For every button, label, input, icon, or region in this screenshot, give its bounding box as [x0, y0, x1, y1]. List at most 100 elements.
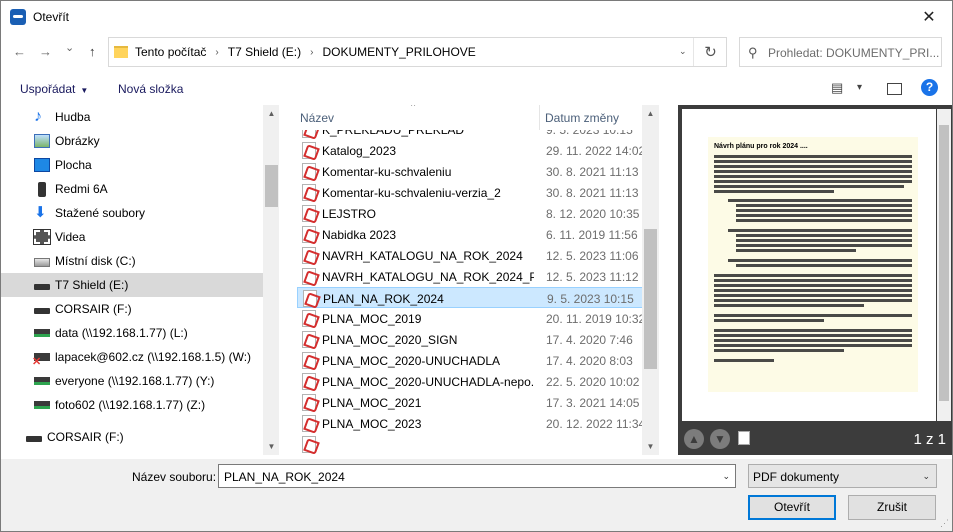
resize-grip-icon[interactable]: ⋰	[940, 518, 949, 529]
text-line	[714, 299, 912, 302]
sidebar-item-local-disk[interactable]: Místní disk (C:)	[1, 249, 263, 273]
breadcrumb-this-pc[interactable]: Tento počítač	[135, 45, 206, 59]
scroll-down-icon[interactable]: ▼	[263, 438, 279, 455]
drive-icon	[34, 284, 50, 290]
sidebar-item-phone[interactable]: Redmi 6A	[1, 177, 263, 201]
close-button[interactable]: ✕	[906, 1, 952, 32]
sidebar-item-desktop[interactable]: Plocha	[1, 153, 263, 177]
sidebar-item-label: lapacek@602.cz (\\192.168.1.5) (W:)	[55, 350, 252, 364]
open-button[interactable]: Otevřít	[748, 495, 836, 520]
scrollbar-thumb[interactable]	[939, 125, 949, 401]
text-line	[714, 334, 912, 337]
chevron-down-icon[interactable]: ⌄	[922, 471, 930, 482]
file-name: NAVRH_KATALOGU_NA_ROK_2024	[322, 249, 523, 263]
forward-button[interactable]: →	[39, 44, 52, 59]
text-line	[714, 359, 774, 362]
network-drive-icon	[34, 329, 50, 337]
scroll-up-icon[interactable]: ▲	[642, 105, 659, 122]
search-input[interactable]: Prohledat: DOKUMENTY_PRI...	[768, 46, 940, 60]
recent-locations-button[interactable]: ⌄	[65, 41, 74, 54]
up-button[interactable]: ↑	[89, 44, 96, 59]
scroll-down-icon[interactable]: ▼	[642, 438, 659, 455]
organize-label: Uspořádat	[20, 82, 76, 96]
help-button[interactable]: ?	[921, 79, 938, 96]
view-options-icon[interactable]: ▤	[831, 80, 843, 96]
preview-scrollbar[interactable]	[937, 109, 951, 421]
sidebar-scrollbar[interactable]: ▲ ▼	[263, 105, 279, 455]
breadcrumb-drive[interactable]: T7 Shield (E:)	[228, 45, 301, 59]
organize-button[interactable]: Uspořádat ▼	[20, 82, 88, 96]
sidebar-item-corsair-root[interactable]: CORSAIR (F:)	[1, 425, 263, 449]
file-row[interactable]: PLNA_MOC_2020_SIGN 17. 4. 2020 7:46	[297, 329, 659, 350]
column-header-date[interactable]: Datum změny	[545, 111, 619, 125]
refresh-button[interactable]: ↻	[693, 38, 727, 66]
file-row[interactable]: NAVRH_KATALOGU_NA_ROK_2024_PD... 12. 5. 2…	[297, 266, 659, 287]
filename-field[interactable]: PLAN_NA_ROK_2024 ⌄	[218, 464, 736, 488]
chevron-right-icon[interactable]: ›	[215, 47, 218, 58]
address-dropdown-icon[interactable]: ⌄	[679, 46, 687, 57]
file-row-selected[interactable]: PLAN_NA_ROK_2024 9. 5. 2023 10:15	[297, 287, 659, 308]
file-row[interactable]: PLNA_MOC_2019 20. 11. 2019 10:32	[297, 308, 659, 329]
sidebar-item-t7-shield[interactable]: T7 Shield (E:)	[1, 273, 263, 297]
sidebar-item-videos[interactable]: Videa	[1, 225, 263, 249]
sidebar-item-everyone[interactable]: everyone (\\192.168.1.77) (Y:)	[1, 369, 263, 393]
pdf-file-icon	[302, 247, 316, 264]
scrollbar-thumb[interactable]	[265, 165, 278, 207]
file-row[interactable]: Nabidka 2023 6. 11. 2019 11:56	[297, 224, 659, 245]
file-type-select[interactable]: PDF dokumenty ⌄	[748, 464, 937, 488]
sidebar-item-foto602[interactable]: foto602 (\\192.168.1.77) (Z:)	[1, 393, 263, 417]
network-drive-disconnected-icon	[32, 353, 50, 368]
sidebar-item-lapacek[interactable]: lapacek@602.cz (\\192.168.1.5) (W:)	[1, 345, 263, 369]
file-name: PLNA_MOC_2019	[322, 312, 422, 326]
breadcrumb-folder[interactable]: DOKUMENTY_PRILOHOVE	[322, 45, 475, 59]
file-name: PLNA_MOC_2020-UNUCHADLA-nepo...	[322, 375, 534, 389]
sidebar-item-music[interactable]: ♪ Hudba	[1, 105, 263, 129]
scrollbar-thumb[interactable]	[644, 229, 657, 369]
file-row[interactable]: PLNA_MOC_2020-UNUCHADLA 17. 4. 2020 8:03	[297, 350, 659, 371]
file-date: 17. 4. 2020 7:46	[546, 333, 633, 347]
sidebar-item-data[interactable]: data (\\192.168.1.77) (L:)	[1, 321, 263, 345]
file-row[interactable]: NAVRH_KATALOGU_NA_ROK_2024 12. 5. 2023 11…	[297, 245, 659, 266]
sidebar-item-label: everyone (\\192.168.1.77) (Y:)	[55, 374, 215, 388]
text-line	[728, 199, 912, 202]
file-row[interactable]: PLNA_MOC_2021 17. 3. 2021 14:05	[297, 392, 659, 413]
file-row[interactable]: Katalog_2023 29. 11. 2022 14:02	[297, 140, 659, 161]
file-name: NAVRH_KATALOGU_NA_ROK_2024_PD...	[322, 270, 534, 284]
file-list-scrollbar[interactable]: ▲ ▼	[642, 105, 659, 455]
file-row[interactable]: LEJSTRO 8. 12. 2020 10:35	[297, 203, 659, 224]
navigation-bar: ← → ⌄ ↑ Tento počítač › T7 Shield (E:) ›…	[1, 35, 952, 69]
search-box[interactable]: ⚲ Prohledat: DOKUMENTY_PRI...	[739, 37, 942, 67]
sidebar-item-pictures[interactable]: Obrázky	[1, 129, 263, 153]
chevron-down-icon[interactable]: ⌄	[722, 471, 730, 482]
fit-page-icon[interactable]	[738, 431, 750, 445]
back-button[interactable]: ←	[13, 44, 26, 59]
file-name: PLNA_MOC_2020_SIGN	[322, 333, 458, 347]
chevron-right-icon[interactable]: ›	[310, 47, 313, 58]
file-row[interactable]: Komentar-ku-schvaleniu-verzia_2 30. 8. 20…	[297, 182, 659, 203]
file-list: K_PREKLADU_PREKLAD 9. 5. 2023 10:15 Katal…	[283, 105, 659, 455]
scroll-up-icon[interactable]: ▲	[263, 105, 279, 122]
file-date: 6. 11. 2019 11:56	[546, 228, 638, 242]
cancel-button[interactable]: Zrušit	[848, 495, 936, 520]
file-row[interactable]: PLNA_MOC_2023 20. 12. 2022 11:34	[297, 413, 659, 434]
previous-page-icon[interactable]: ▲	[684, 429, 704, 449]
text-line	[736, 249, 856, 252]
file-row[interactable]: PLNA_MOC_2020-UNUCHADLA-nepo... 22. 5. 20…	[297, 371, 659, 392]
new-folder-button[interactable]: Nová složka	[118, 82, 183, 96]
sidebar-item-corsair[interactable]: CORSAIR (F:)	[1, 297, 263, 321]
sidebar-item-label: Hudba	[55, 110, 91, 124]
file-row[interactable]: Komentar-ku-schvaleniu 30. 8. 2021 11:13	[297, 161, 659, 182]
next-page-icon[interactable]: ▼	[710, 429, 730, 449]
window-title: Otevřít	[33, 9, 70, 24]
text-line	[714, 304, 864, 307]
pdf-file-icon	[302, 373, 316, 390]
sidebar-item-downloads[interactable]: ⬇ Stažené soubory	[1, 201, 263, 225]
view-options-caret-icon[interactable]: ▾	[857, 82, 862, 93]
file-name: PLAN_NA_ROK_2024	[323, 292, 444, 306]
preview-pane-icon[interactable]	[887, 83, 902, 95]
address-bar[interactable]: Tento počítač › T7 Shield (E:) › DOKUMEN…	[108, 37, 727, 67]
column-divider[interactable]	[539, 105, 540, 130]
pdf-file-icon	[302, 226, 316, 243]
file-row[interactable]	[297, 434, 659, 455]
column-header-name[interactable]: Název	[300, 111, 334, 125]
